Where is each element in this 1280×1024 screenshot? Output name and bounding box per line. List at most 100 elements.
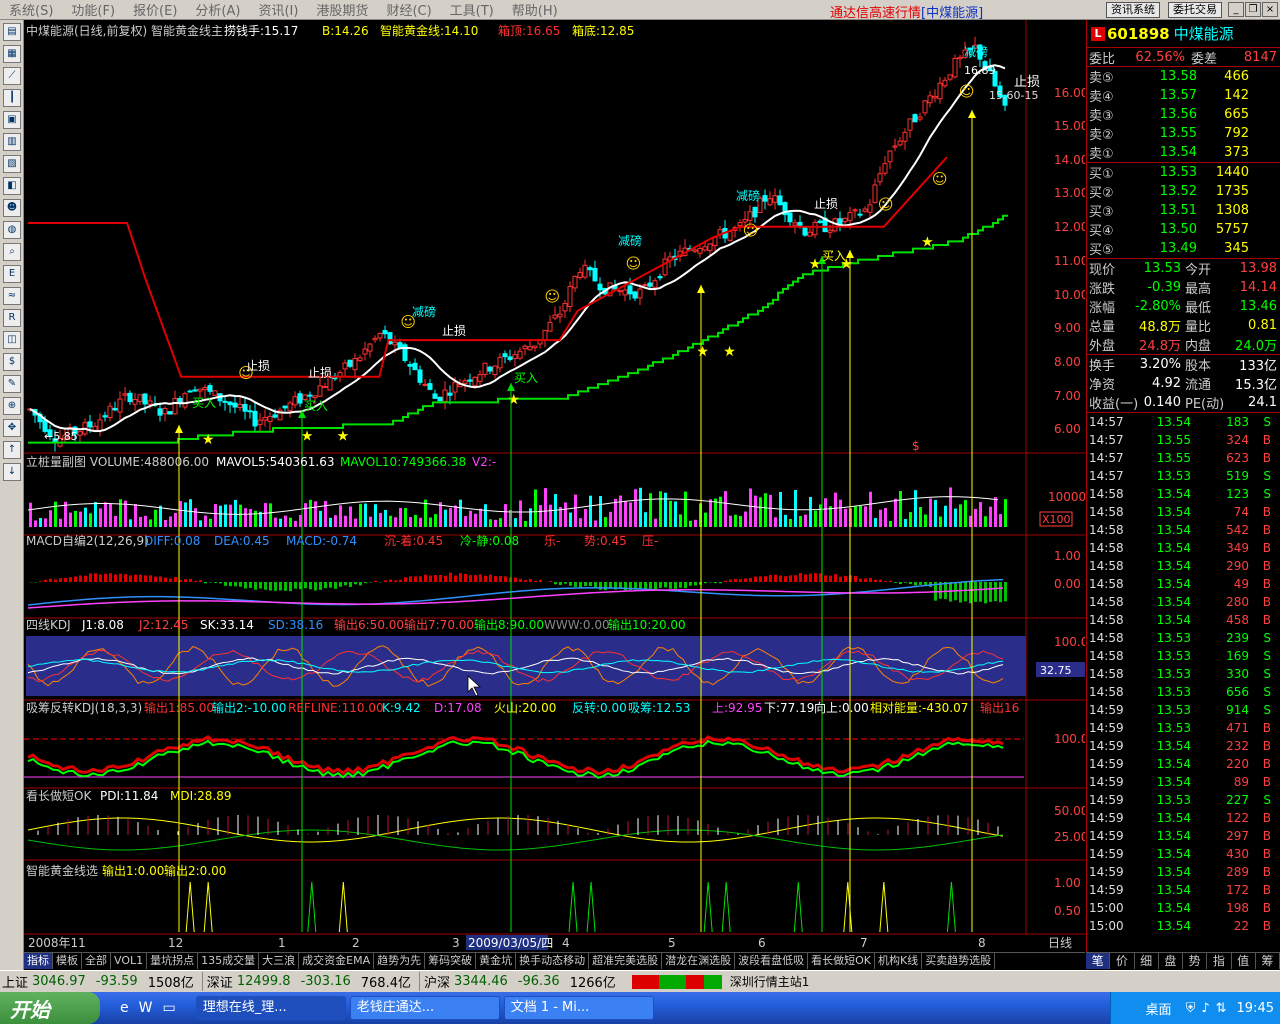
candle [552,314,558,319]
arrow-down-icon[interactable]: ↓ [3,463,21,481]
indicator-tab[interactable]: 黄金坑 [476,953,517,969]
order-volume: 1440 [1215,165,1249,180]
sector-icon[interactable]: ◧ [3,177,21,195]
arrow-up-icon[interactable]: ↑ [3,441,21,459]
macd-bar [554,582,557,585]
volume-bar [924,514,927,527]
menu-analysis[interactable]: 分析(A) [186,0,249,19]
close-icon[interactable]: × [1262,2,1278,17]
quote-tab[interactable]: 价 [1110,953,1135,969]
quote-tab[interactable]: 指 [1207,953,1232,969]
tray-network-icon[interactable]: ⇅ [1216,1001,1227,1016]
news-system-button[interactable]: 资讯系统 [1106,2,1160,18]
people-icon[interactable]: ☻ [3,199,21,217]
start-button[interactable]: 开始 [0,992,100,1024]
task-laoqianzhuang[interactable]: 老钱庄通达... [349,996,500,1020]
indicator-tab[interactable]: VOL1 [111,953,148,969]
chip-icon[interactable]: ◫ [3,331,21,349]
indicator-tab[interactable]: 超准完美选股 [589,953,663,969]
indicator-tab[interactable]: 看长做短OK [808,953,875,969]
indicator-tab[interactable]: 趋势为先 [374,953,426,969]
indicator-tab[interactable]: 135成交量 [198,953,260,969]
indicator-tab[interactable]: 筹码突破 [425,953,477,969]
list-icon[interactable]: ▤ [3,23,21,41]
menu-function[interactable]: 功能(F) [62,0,124,19]
tick-row: 14:58 13.53 330 S [1087,665,1280,683]
search-icon[interactable]: ⌕ [3,243,21,261]
indicator-tab[interactable]: 大三浪 [259,953,300,969]
etf-icon[interactable]: E [3,265,21,283]
macd-bar [809,573,812,582]
volume-bar [894,498,897,527]
tick-side: B [1262,919,1271,933]
tick-time: 14:58 [1089,505,1124,519]
money-icon[interactable]: $ [3,353,21,371]
buy-label: 买入 [304,399,328,413]
indicator-icon[interactable]: ≈ [3,287,21,305]
word-icon[interactable]: W [139,1000,153,1016]
tick-side: S [1263,685,1271,699]
indicator-tab[interactable]: 成交资金EMA [299,953,375,969]
quote-tab[interactable]: 势 [1183,953,1208,969]
report-icon[interactable]: ▧ [3,155,21,173]
move-icon[interactable]: ✥ [3,419,21,437]
quote-tab[interactable]: 筹 [1256,953,1280,969]
indicator-tab[interactable]: 量坑拐点 [147,953,199,969]
stat-label: 现价 [1089,263,1116,278]
draw-tool-icon[interactable]: ✎ [3,375,21,393]
quote-tab[interactable]: 细 [1135,953,1159,969]
macd-bar [114,574,117,582]
globe-icon[interactable]: ◍ [3,221,21,239]
minute-chart-icon[interactable]: ▦ [3,45,21,63]
indicator-tab[interactable]: 全部 [82,953,111,969]
buy-order-row: 买④ 13.50 5757 [1087,220,1280,239]
candle [347,359,353,367]
minimize-icon[interactable]: _ [1228,2,1244,17]
tick-price: 13.54 [1156,847,1191,861]
indicator-tab[interactable]: 买卖趋势选股 [922,953,996,969]
line-chart-icon[interactable]: ⟋ [3,67,21,85]
main-header-b: B:14.26 [322,24,369,38]
indicator-tab[interactable]: 机构K线 [875,953,923,969]
menu-hk-futures[interactable]: 港股期货 [307,0,377,19]
kline-icon[interactable]: ┃ [3,89,21,107]
macd-bar [574,582,577,587]
menu-info[interactable]: 资讯(I) [249,0,307,19]
volume-bar [344,515,347,527]
quote-tab[interactable]: 笔 [1086,953,1111,969]
menu-tools[interactable]: 工具(T) [441,0,503,19]
tray-volume-icon[interactable]: ♪ [1201,1001,1209,1016]
indicator-tab[interactable]: 潜龙在渊选股 [662,953,736,969]
indicator-tab[interactable]: 换手动态移动 [516,953,590,969]
table-icon[interactable]: ▥ [3,133,21,151]
ie-icon[interactable]: e [120,1000,129,1016]
macd-tick: 0.00 [1054,577,1081,591]
volume-bar [244,508,247,527]
indicator-tab[interactable]: 波段看盘低吸 [735,953,809,969]
tick-side: B [1262,559,1271,573]
restore-icon[interactable]: ❐ [1245,2,1261,17]
zoom-icon[interactable]: ⊕ [3,397,21,415]
tray-shield-icon[interactable]: ⛨ [1186,1001,1196,1016]
desktop-toolbar[interactable]: 桌面 [1146,999,1172,1018]
show-desktop-icon[interactable]: ▭ [162,1000,175,1016]
indicator-tab[interactable]: 模板 [53,953,82,969]
indicator-tab[interactable]: 指标 [24,953,53,969]
quote-tab[interactable]: 盘 [1159,953,1183,969]
menu-system[interactable]: 系统(S) [0,0,62,19]
price-tick: 11.00 [1054,254,1085,268]
menu-finance[interactable]: 财经(C) [377,0,440,19]
menu-help[interactable]: 帮助(H) [503,0,567,19]
quote-tab[interactable]: 值 [1232,953,1256,969]
trade-button[interactable]: 委托交易 [1168,2,1222,18]
menu-quote[interactable]: 报价(E) [124,0,186,19]
task-word-doc[interactable]: 文档 1 - Mi... [503,996,654,1020]
tick-time: 14:59 [1089,829,1124,843]
volume-bar [269,503,272,527]
news-icon[interactable]: ▣ [3,111,21,129]
candle [867,204,873,213]
task-lixiang[interactable]: 理想在线_理... [195,996,346,1020]
rsi-icon[interactable]: R [3,309,21,327]
kline-chart-area[interactable]: ★ ★ ★★★ ★★ ★★☺☺☺☺☺☺☺☺ 中煤能源(日线,前复权) 智能黄金线主 捞钱… [24,20,1085,952]
tick-list[interactable]: 14:57 13.54 183 S 14:57 13.55 324 B 14:57 13.55 62… [1087,413,1280,935]
